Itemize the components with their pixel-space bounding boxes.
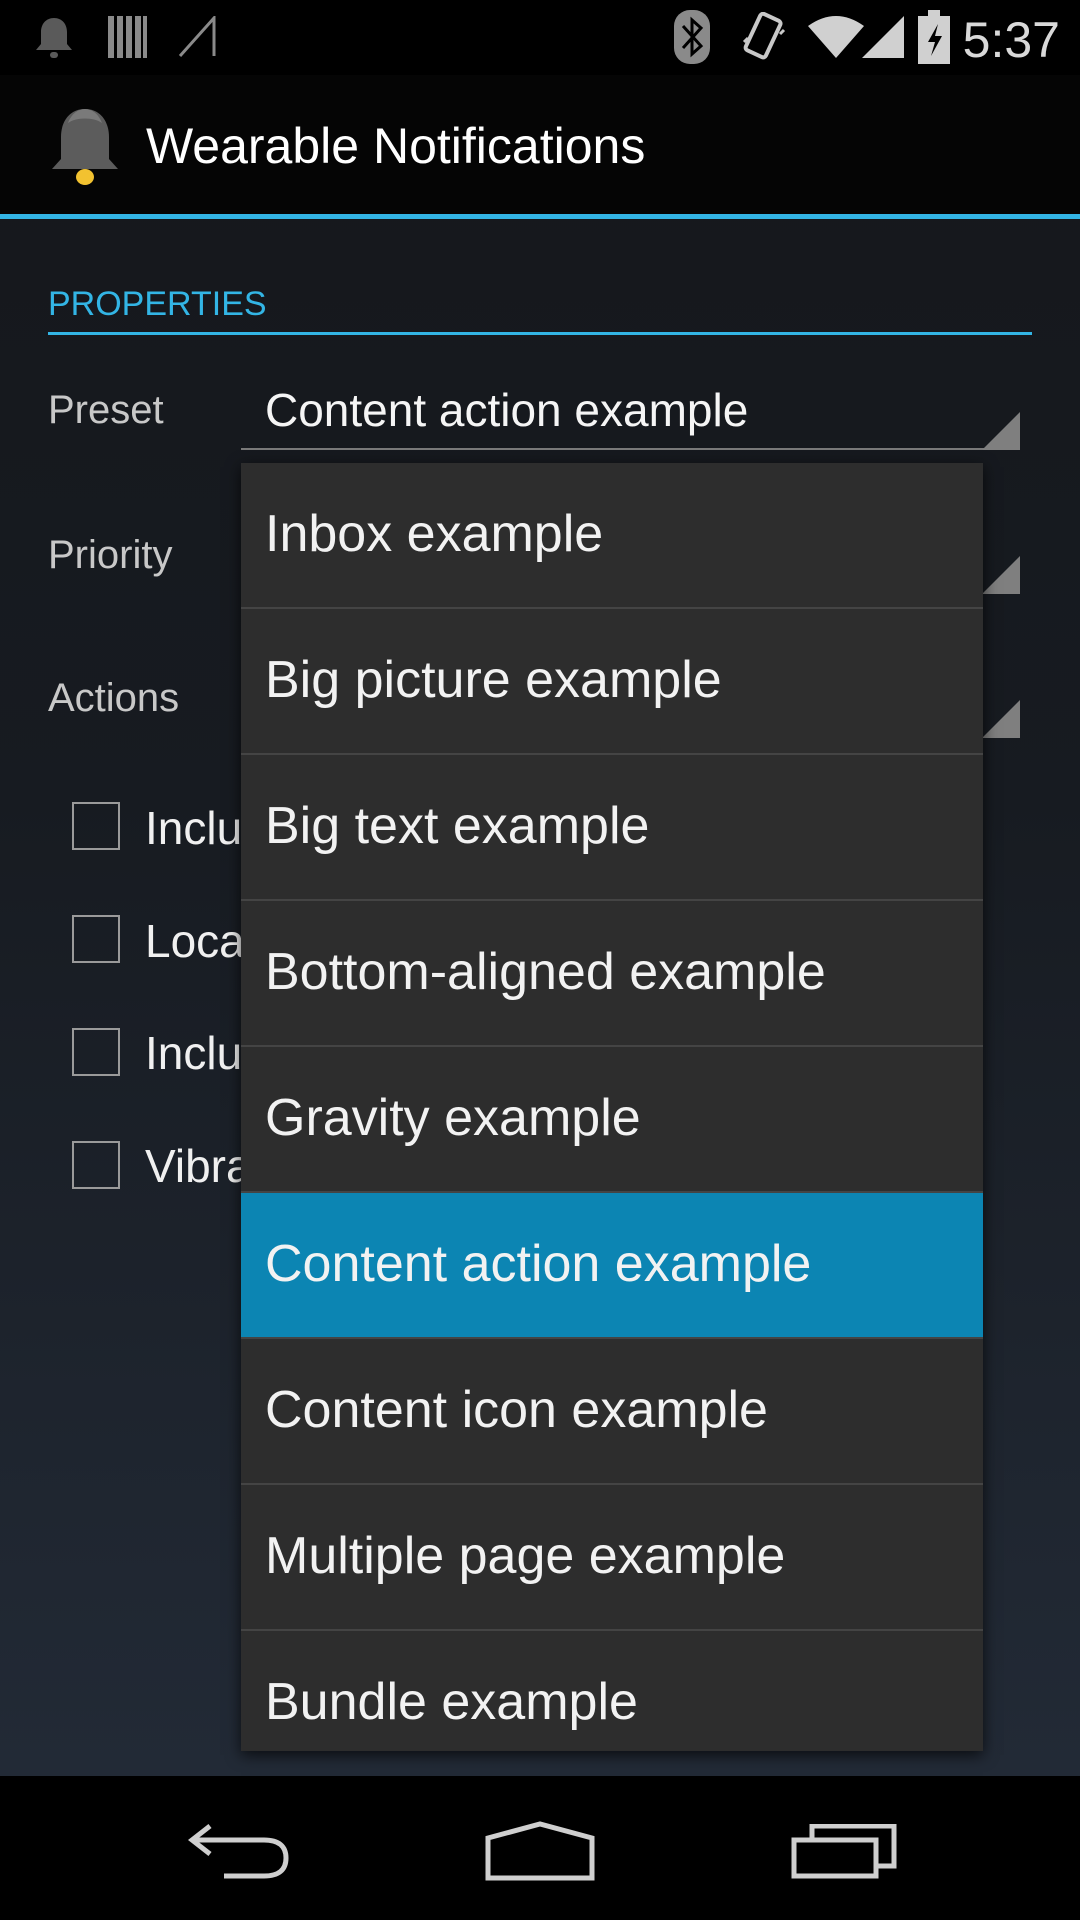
dropdown-item-label: Inbox example — [265, 505, 604, 563]
barcode-icon — [108, 16, 147, 58]
checkbox-4-label: Vibra — [145, 1140, 252, 1192]
checkbox-2-label: Loca — [145, 915, 245, 967]
dropdown-item-label: Big text example — [265, 797, 650, 855]
battery-charging-icon — [918, 10, 950, 64]
action-bar-divider — [0, 214, 1080, 219]
navigation-bar — [0, 1776, 1080, 1920]
checkbox-1-label: Inclu — [145, 802, 243, 854]
dropdown-item-label: Multiple page example — [265, 1527, 786, 1585]
clock: 5:37 — [962, 12, 1060, 68]
preset-spinner-value[interactable]: Content action example — [265, 382, 748, 438]
dropdown-item-label: Bundle example — [265, 1673, 638, 1731]
cell-signal-icon — [862, 16, 904, 58]
dropdown-item-content-icon[interactable]: Content icon example — [241, 1339, 983, 1485]
dropdown-item-big-text[interactable]: Big text example — [241, 755, 983, 901]
checkbox-3-label: Inclu — [145, 1027, 243, 1079]
dropdown-item-bundle[interactable]: Bundle example — [241, 1631, 983, 1777]
preset-label: Preset — [48, 388, 164, 432]
checkbox-3[interactable] — [72, 1028, 120, 1076]
notification-bell-icon — [36, 18, 72, 58]
bell-icon — [52, 109, 118, 185]
signal-slash-icon — [178, 16, 216, 58]
dropdown-item-label: Bottom-aligned example — [265, 943, 826, 1001]
preset-dropdown-list: Inbox example Big picture example Big te… — [241, 463, 983, 1751]
dropdown-item-bottom-aligned[interactable]: Bottom-aligned example — [241, 901, 983, 1047]
dropdown-item-inbox[interactable]: Inbox example — [241, 463, 983, 609]
dropdown-item-big-picture[interactable]: Big picture example — [241, 609, 983, 755]
dropdown-item-label: Content icon example — [265, 1381, 768, 1439]
wifi-icon — [808, 16, 864, 58]
back-icon[interactable] — [188, 1824, 292, 1880]
actions-label: Actions — [48, 676, 180, 720]
dropdown-item-label: Big picture example — [265, 651, 722, 709]
section-divider — [48, 332, 1032, 335]
dropdown-item-content-action[interactable]: Content action example — [241, 1193, 983, 1339]
preset-spinner-underline — [241, 448, 1019, 450]
checkbox-2[interactable] — [72, 915, 120, 963]
dropdown-item-multiple-page[interactable]: Multiple page example — [241, 1485, 983, 1631]
bluetooth-icon — [674, 10, 710, 64]
app-title: Wearable Notifications — [146, 118, 646, 174]
status-bar: 5:37 — [0, 0, 1080, 75]
checkbox-4[interactable] — [72, 1141, 120, 1189]
recent-apps-icon[interactable] — [790, 1824, 898, 1880]
dropdown-item-gravity[interactable]: Gravity example — [241, 1047, 983, 1193]
priority-spinner-arrow-icon[interactable] — [982, 556, 1020, 594]
vibrate-icon — [742, 12, 786, 60]
section-header-properties: PROPERTIES — [48, 285, 267, 323]
actions-spinner-arrow-icon[interactable] — [982, 700, 1020, 738]
priority-label: Priority — [48, 533, 173, 577]
dropdown-item-label: Content action example — [265, 1235, 812, 1293]
checkbox-1[interactable] — [72, 802, 120, 850]
dropdown-item-label: Gravity example — [265, 1089, 641, 1147]
home-icon[interactable] — [484, 1820, 596, 1882]
spinner-arrow-icon — [982, 412, 1020, 450]
